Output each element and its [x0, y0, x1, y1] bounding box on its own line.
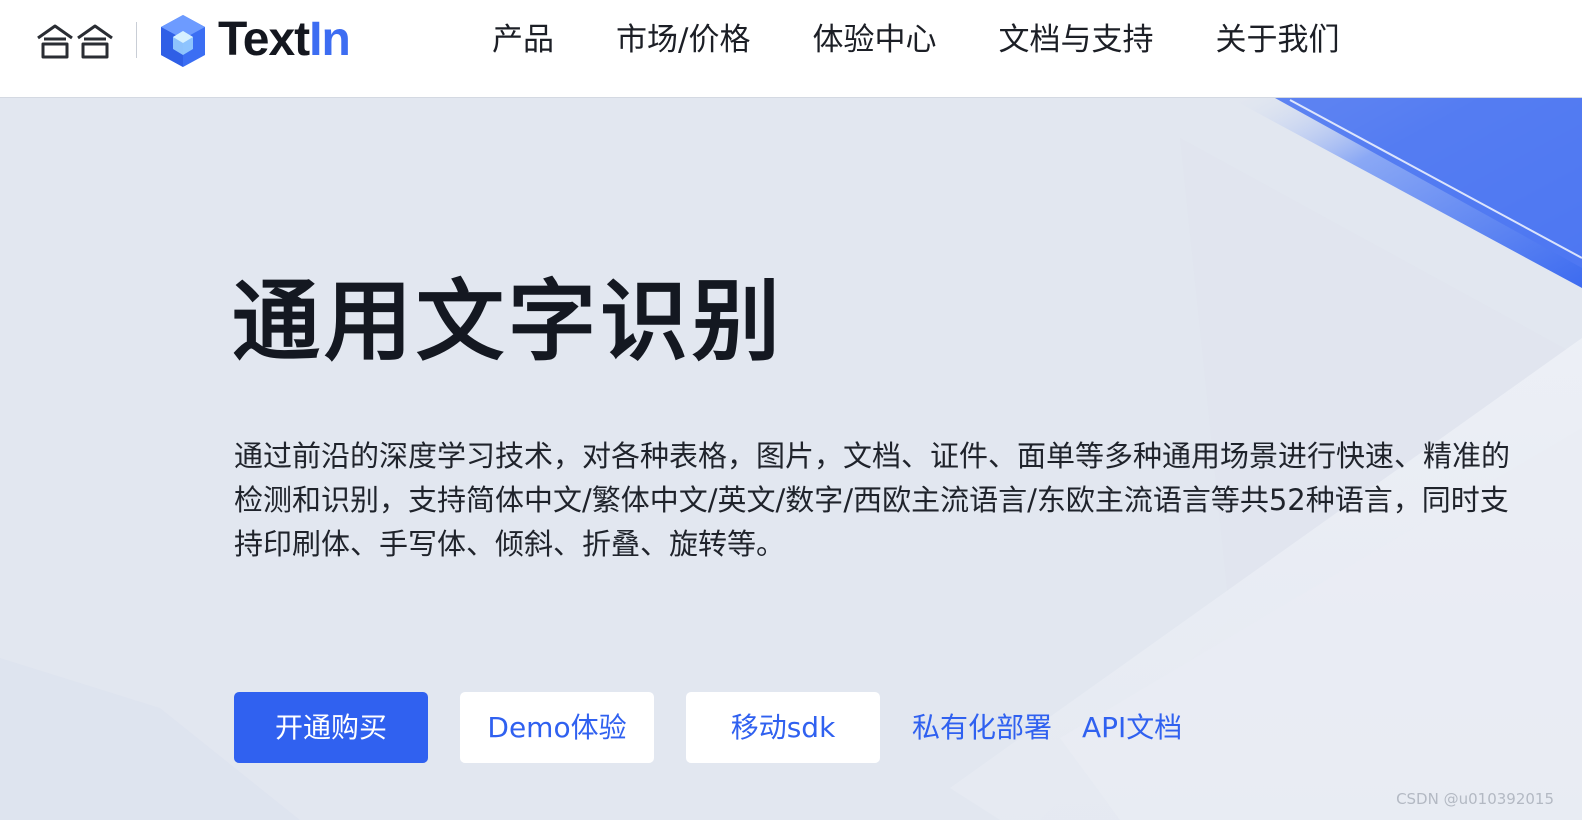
watermark: CSDN @u010392015	[1396, 790, 1554, 808]
textin-logo-text-part: Text	[218, 13, 310, 66]
demo-button[interactable]: Demo体验	[460, 692, 654, 763]
hero-description: 通过前沿的深度学习技术，对各种表格，图片，文档、证件、面单等多种通用场景进行快速…	[234, 439, 1511, 561]
main-nav: 产品 市场/价格 体验中心 文档与支持 关于我们	[492, 0, 1339, 80]
textin-cube-icon[interactable]	[158, 13, 208, 69]
nav-item-experience-center[interactable]: 体验中心	[812, 0, 936, 80]
buy-button[interactable]: 开通购买	[234, 692, 428, 763]
page-title: 通用文字识别	[232, 270, 785, 373]
api-docs-link[interactable]: API文档	[1082, 692, 1182, 763]
nav-item-market-pricing[interactable]: 市场/价格	[616, 0, 750, 80]
mobile-sdk-button[interactable]: 移动sdk	[686, 692, 880, 763]
textin-logo-in-part: In	[309, 13, 351, 66]
brand-divider	[136, 22, 137, 58]
nav-item-about-us[interactable]: 关于我们	[1215, 0, 1339, 80]
hero-section: 通用文字识别 通过前沿的深度学习技术，对各种表格，图片，文档、证件、面单等多种通…	[0, 0, 1582, 820]
top-header: TextIn 产品 市场/价格 体验中心 文档与支持 关于我们	[0, 0, 1582, 98]
nav-item-docs-support[interactable]: 文档与支持	[998, 0, 1153, 80]
hehe-logo-icon[interactable]	[36, 22, 116, 60]
private-deployment-link[interactable]: 私有化部署	[912, 692, 1052, 763]
nav-item-products[interactable]: 产品	[492, 0, 554, 80]
textin-logo-text[interactable]: TextIn	[218, 13, 351, 66]
